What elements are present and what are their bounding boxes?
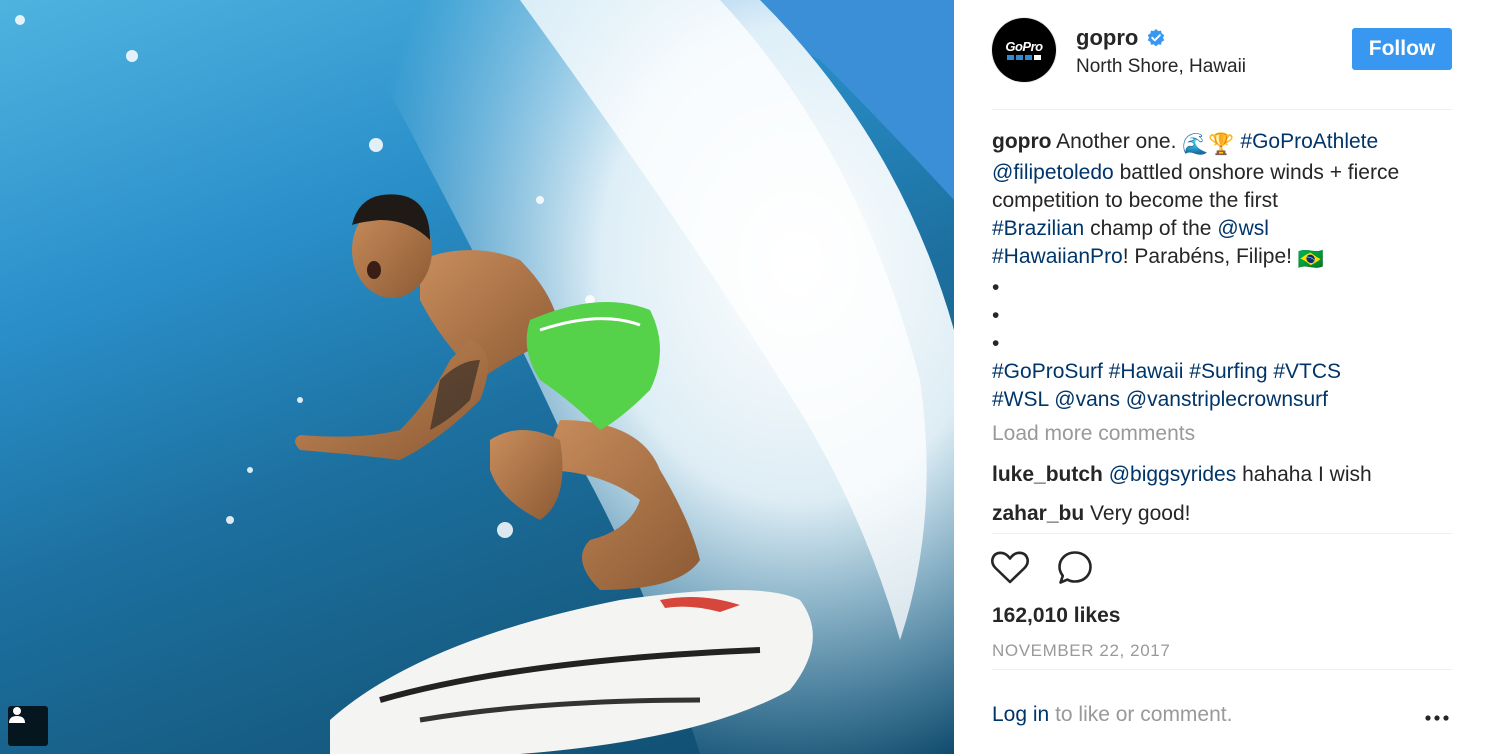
caption-text-part: Another one. (1056, 130, 1177, 153)
hashtag-link[interactable]: #GoProSurf (992, 360, 1103, 383)
caption-username[interactable]: gopro (992, 130, 1051, 153)
comment-text: Very good! (1090, 502, 1191, 525)
caption-text-part: ! Parabéns, Filipe! (1122, 245, 1293, 268)
login-link[interactable]: Log in (992, 703, 1049, 726)
mention-link[interactable]: @filipetoledo (992, 161, 1114, 184)
comment-text: hahaha I wish (1242, 463, 1372, 486)
caption-block: gopro Another one. 🌊🏆 #GoProAthlete @fil… (992, 128, 1452, 414)
hashtag-link[interactable]: #HawaiianPro (992, 245, 1123, 268)
post-header: GoPro gopro North Shore, Hawaii Follow (991, 17, 1452, 110)
mention-link[interactable]: @vans (1054, 388, 1120, 411)
like-button[interactable] (990, 548, 1030, 588)
wave-trophy-emoji: 🌊🏆 (1182, 133, 1235, 156)
caption-bullet: • (992, 332, 1000, 355)
heart-icon (991, 551, 1029, 584)
comment-bubble-icon (1058, 551, 1092, 584)
more-options-button[interactable] (1424, 708, 1450, 728)
follow-button[interactable]: Follow (1352, 28, 1452, 70)
post-location[interactable]: North Shore, Hawaii (1076, 56, 1246, 78)
comment-item: zahar_bu Very good! (992, 502, 1190, 526)
post-date: NOVEMBER 22, 2017 (992, 641, 1171, 660)
surfer-photo-illustration (15, 0, 954, 754)
caption-bullet: • (992, 276, 1000, 299)
hashtag-link[interactable]: #Hawaii (1109, 360, 1184, 383)
likes-count[interactable]: 162,010 likes (992, 604, 1120, 628)
comment-username[interactable]: luke_butch (992, 463, 1103, 486)
login-prompt: Log in to like or comment. (992, 703, 1452, 727)
load-more-comments-link[interactable]: Load more comments (992, 422, 1195, 446)
caption-text: gopro Another one. 🌊🏆 #GoProAthlete @fil… (992, 128, 1452, 414)
avatar[interactable]: GoPro (991, 17, 1057, 83)
user-tag-button[interactable] (8, 706, 48, 746)
hashtag-link[interactable]: #Brazilian (992, 217, 1084, 240)
brazil-flag-emoji: 🇧🇷 (1297, 248, 1325, 271)
post-photo[interactable] (0, 0, 954, 754)
hashtag-link[interactable]: #GoProAthlete (1240, 130, 1378, 153)
post-side-panel: GoPro gopro North Shore, Hawaii Follow g… (954, 0, 1486, 754)
hashtag-link[interactable]: #WSL (992, 388, 1048, 411)
hashtag-link[interactable]: #Surfing (1189, 360, 1267, 383)
comment-button[interactable] (1055, 548, 1095, 588)
mention-link[interactable]: @biggsyrides (1109, 463, 1237, 486)
post-actions: 162,010 likes NOVEMBER 22, 2017 (990, 533, 1452, 670)
caption-text-part: champ of the (1090, 217, 1212, 240)
verified-badge-icon (1148, 29, 1165, 47)
username-row: gopro (1076, 25, 1166, 51)
mention-link[interactable]: @vanstriplecrownsurf (1126, 388, 1328, 411)
login-prompt-text: to like or comment. (1055, 703, 1233, 726)
hashtag-link[interactable]: #VTCS (1273, 360, 1341, 383)
user-tag-icon (9, 707, 25, 723)
comment-item: luke_butch @biggsyrides hahaha I wish (992, 463, 1372, 487)
mention-link[interactable]: @wsl (1217, 217, 1269, 240)
post-username[interactable]: gopro (1076, 25, 1138, 51)
comment-username[interactable]: zahar_bu (992, 502, 1084, 525)
caption-bullet: • (992, 304, 1000, 327)
more-options-icon (1425, 715, 1449, 721)
